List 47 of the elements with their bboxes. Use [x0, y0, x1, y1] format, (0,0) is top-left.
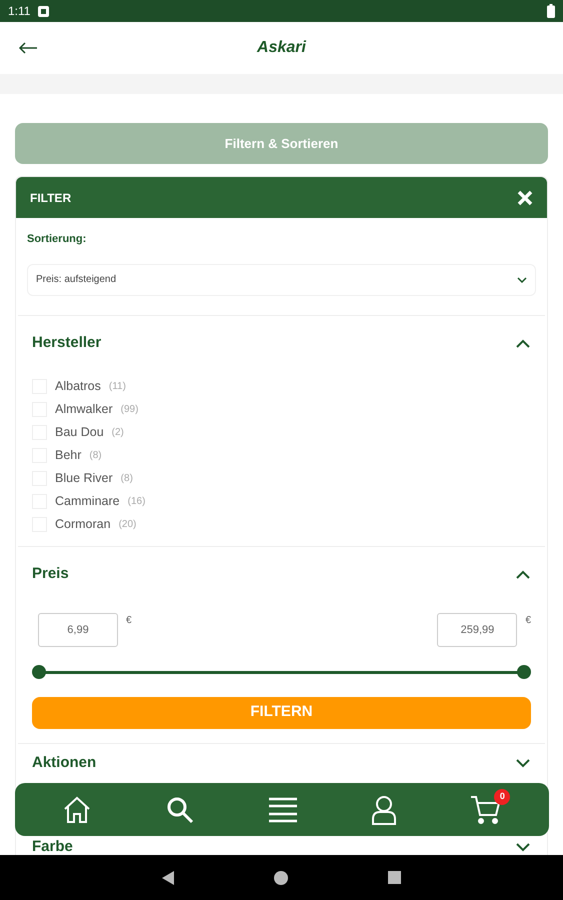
manufacturer-label[interactable]: Blue River	[55, 469, 113, 488]
item-count: (20)	[118, 518, 136, 532]
section-title[interactable]: Farbe	[32, 838, 73, 856]
price-range-slider[interactable]	[32, 664, 531, 678]
chevron-down-icon[interactable]	[515, 842, 531, 852]
status-time: 1:11	[8, 3, 30, 20]
slider-handle[interactable]	[32, 664, 46, 678]
slider-handle[interactable]	[517, 664, 531, 678]
min-price-field[interactable]: 6,99	[38, 612, 118, 646]
home-nav-icon[interactable]	[274, 870, 288, 884]
section-title[interactable]: Preis	[32, 564, 69, 582]
section-title[interactable]: Hersteller	[32, 334, 102, 352]
user-icon[interactable]	[371, 794, 398, 824]
item-count: (11)	[108, 380, 126, 394]
cart-icon[interactable]	[470, 794, 502, 824]
cart-badge: 0	[494, 788, 510, 804]
notification-icon	[38, 6, 50, 16]
manufacturer-label[interactable]: Camminare	[55, 492, 120, 511]
chevron-up-icon[interactable]	[515, 568, 531, 578]
manufacturer-label[interactable]: Cormoran	[55, 515, 111, 534]
item-count: (2)	[112, 426, 124, 440]
menu-icon[interactable]	[268, 796, 298, 824]
chevron-down-icon[interactable]	[515, 758, 531, 768]
section-title[interactable]: Aktionen	[32, 754, 96, 772]
max-price-field[interactable]: 259,99	[437, 612, 518, 646]
manufacturer-label[interactable]: Albatros	[55, 377, 101, 396]
chevron-up-icon[interactable]	[515, 338, 531, 348]
item-count: (8)	[120, 472, 133, 486]
search-icon[interactable]	[164, 794, 195, 824]
close-icon[interactable]	[517, 190, 533, 206]
manufacturer-label[interactable]: Almwalker	[55, 400, 113, 419]
manufacturer-label[interactable]: Bau Dou	[55, 423, 104, 442]
sort-label: Sortierung:	[27, 232, 88, 247]
back-arrow-icon[interactable]	[18, 42, 38, 54]
back-nav-icon[interactable]	[162, 870, 174, 884]
home-icon[interactable]	[62, 794, 92, 824]
sort-select[interactable]: Preis: aufsteigend	[27, 264, 536, 296]
currency-label: €	[525, 614, 531, 628]
filter-title: FILTER	[30, 190, 72, 206]
item-count: (16)	[128, 495, 146, 509]
currency-label: €	[126, 614, 132, 628]
manufacturer-label[interactable]: Behr	[55, 446, 82, 465]
chevron-down-icon	[517, 276, 527, 282]
item-count: (99)	[120, 403, 138, 417]
item-count: (8)	[89, 449, 102, 463]
logo[interactable]: Askari	[257, 36, 306, 60]
battery-icon	[547, 4, 555, 18]
